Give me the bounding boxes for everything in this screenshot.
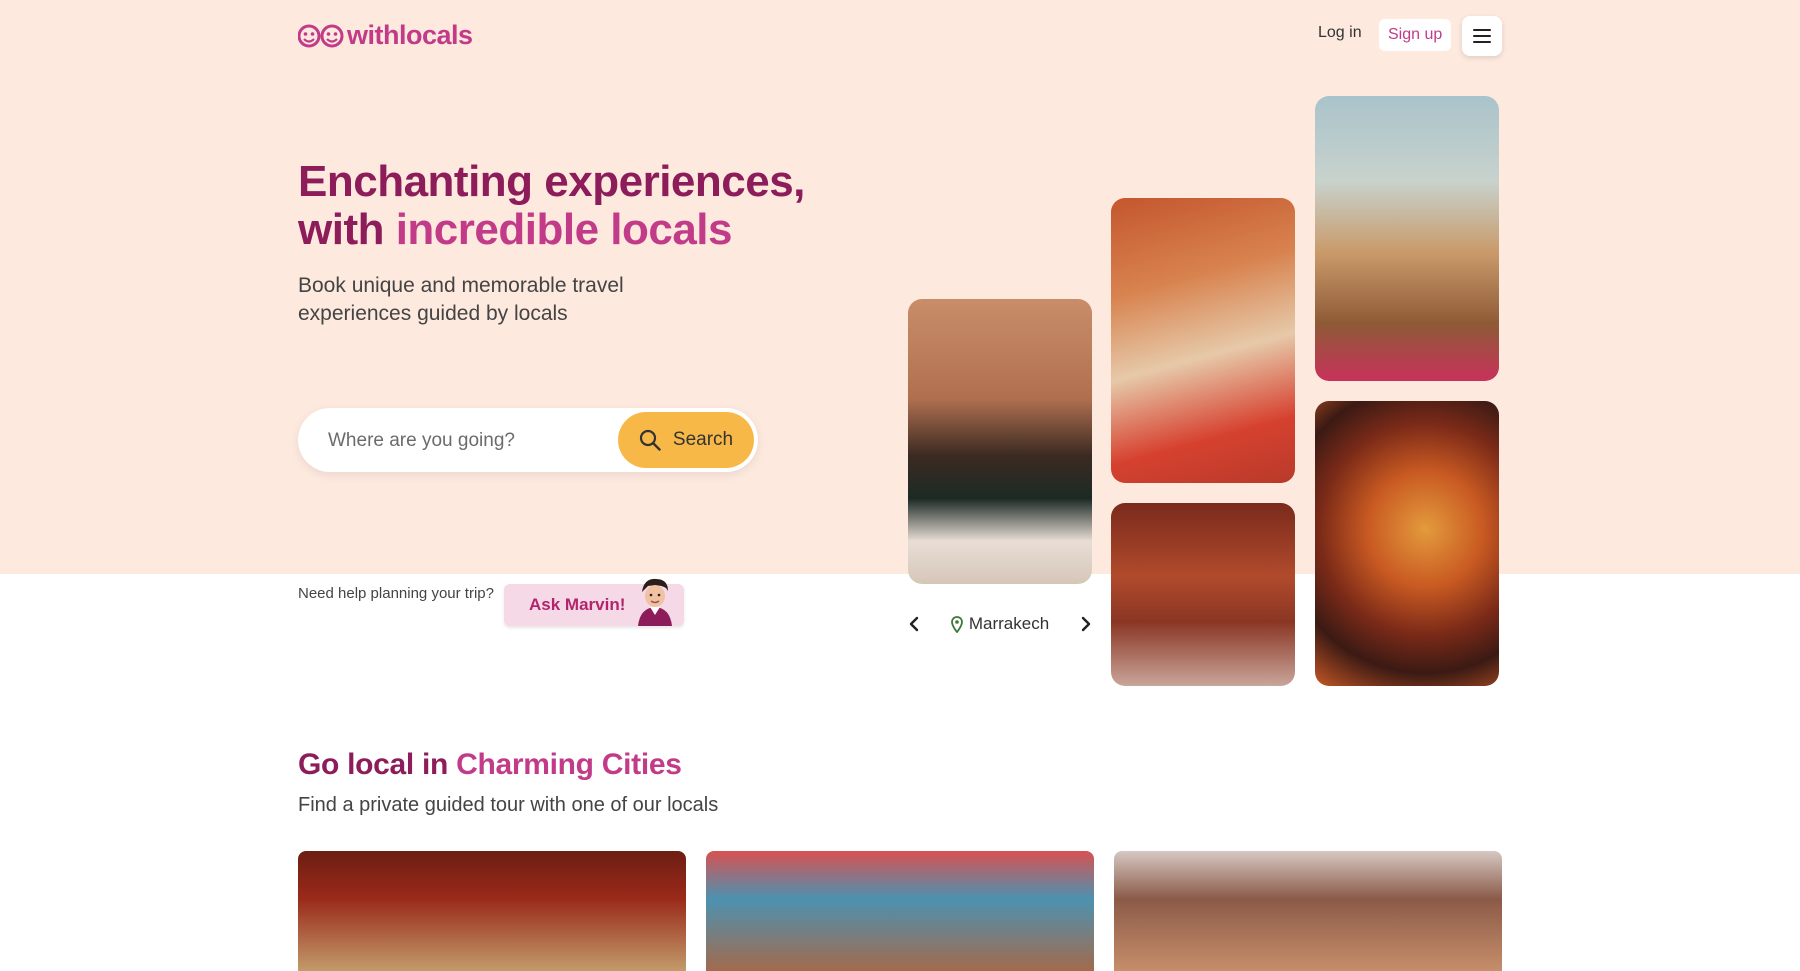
- signup-button[interactable]: Sign up: [1379, 19, 1452, 51]
- hero-subtitle: Book unique and memorable travel experie…: [298, 274, 624, 325]
- hero-background: [0, 0, 1800, 574]
- menu-button[interactable]: [1462, 16, 1502, 56]
- login-link[interactable]: Log in: [1318, 24, 1362, 42]
- city-carousel-controls: Marrakech: [908, 612, 1092, 636]
- photo-woman-touching-carved-wall: [908, 299, 1092, 584]
- marvin-avatar-icon: [638, 578, 672, 626]
- hamburger-icon: [1473, 29, 1491, 43]
- search-input[interactable]: [326, 424, 600, 458]
- photo-koutoubia-minaret: [1315, 96, 1499, 381]
- photo-narrow-alley: [1111, 503, 1295, 686]
- carousel-city-name: Marrakech: [968, 614, 1050, 633]
- search-button[interactable]: Search: [618, 412, 754, 468]
- ask-marvin-label: Ask Marvin!: [529, 595, 626, 614]
- chevron-left-icon[interactable]: [908, 616, 920, 632]
- ask-marvin-button[interactable]: Ask Marvin!: [504, 578, 684, 626]
- carousel-city: Marrakech: [950, 614, 1050, 634]
- search-button-label: Search: [672, 429, 734, 450]
- cities-title-highlight: Charming Cities: [456, 748, 682, 781]
- hero-title: Enchanting experiences, with incredible …: [298, 158, 805, 254]
- city-card[interactable]: [706, 851, 1094, 971]
- location-pin-icon: [950, 615, 963, 633]
- logo-faces-icon: [298, 22, 344, 50]
- withlocals-logo[interactable]: withlocals: [298, 20, 473, 51]
- help-text: Need help planning your trip?: [298, 585, 494, 602]
- logo-text: withlocals: [347, 20, 473, 50]
- city-card[interactable]: [1114, 851, 1502, 971]
- hero-title-line1: Enchanting experiences,: [298, 157, 805, 206]
- hero-title-prefix: with: [298, 205, 396, 254]
- city-card[interactable]: [298, 851, 686, 971]
- photo-two-women-in-medina: [1111, 198, 1295, 483]
- cities-section-title: Go local in Charming Cities: [298, 748, 682, 782]
- cities-section-subtitle: Find a private guided tour with one of o…: [298, 794, 719, 816]
- cities-title-prefix: Go local in: [298, 748, 457, 781]
- chevron-right-icon[interactable]: [1080, 616, 1092, 632]
- hero-title-highlight: incredible locals: [395, 205, 733, 254]
- photo-tagine-dishes: [1315, 401, 1499, 686]
- search-bar: Search: [298, 408, 758, 472]
- search-icon: [639, 429, 661, 451]
